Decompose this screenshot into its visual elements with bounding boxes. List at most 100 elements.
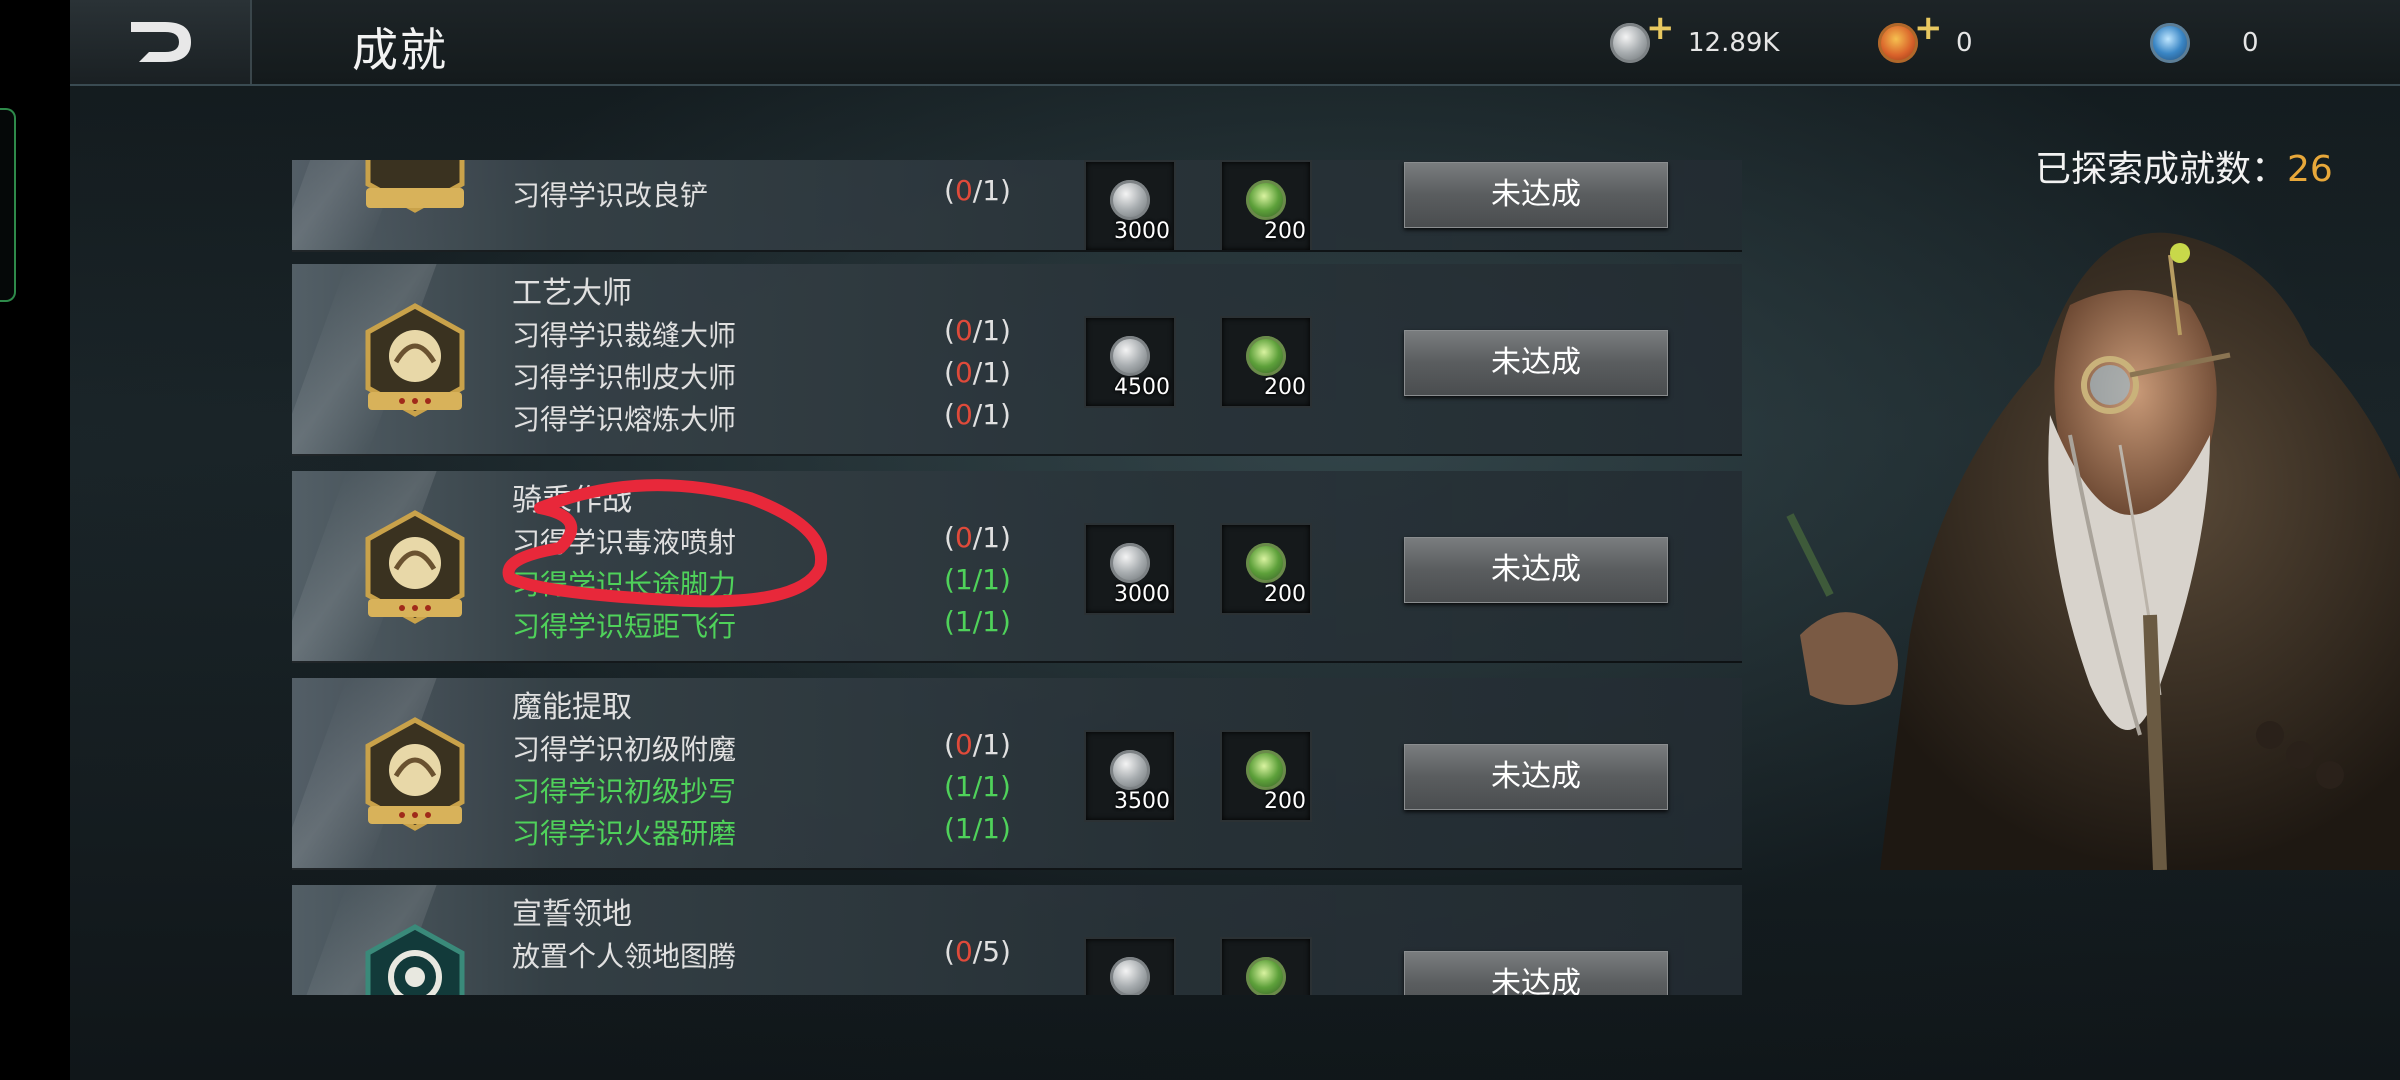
reward-slot-green[interactable] xyxy=(1220,937,1312,995)
requirement-progress: (1/1) xyxy=(944,563,1011,596)
requirement-text: 习得学识制皮大师 xyxy=(512,361,737,394)
requirement-progress: (0/1) xyxy=(944,174,1011,207)
status-button[interactable]: 未达成 xyxy=(1404,744,1668,810)
page-title: 成就 xyxy=(352,23,448,77)
silver-coin-icon xyxy=(1110,336,1150,376)
reward-slot-silver[interactable] xyxy=(1084,937,1176,995)
green-token-icon xyxy=(1246,336,1286,376)
silver-coin-icon xyxy=(1110,750,1150,790)
achievement-title: 宣誓领地 xyxy=(512,897,632,932)
status-button[interactable]: 未达成 xyxy=(1404,162,1668,228)
requirement-progress: (1/1) xyxy=(944,605,1011,638)
achievement-badge-icon xyxy=(365,717,465,831)
green-token-icon xyxy=(1246,957,1286,995)
silver-coin-icon xyxy=(1110,180,1150,220)
progress-current: 0 xyxy=(954,314,973,347)
reward-slot-silver[interactable]: 3000 xyxy=(1084,160,1176,250)
reward-amount: 3000 xyxy=(1114,219,1170,244)
achievement-card: 骑乘作战 习得学识毒液喷射 (0/1) 习得学识长途脚力 (1/1) 习得学识短… xyxy=(292,471,1742,663)
achievement-badge-icon xyxy=(365,160,465,213)
blue-gem-icon xyxy=(2150,23,2190,63)
reward-amount: 200 xyxy=(1264,375,1306,400)
status-button[interactable]: 未达成 xyxy=(1404,537,1668,603)
progress-current: 0 xyxy=(954,521,973,554)
reward-amount: 200 xyxy=(1264,219,1306,244)
progress-current: 0 xyxy=(954,174,973,207)
back-button[interactable] xyxy=(70,0,252,84)
requirement-progress: (0/1) xyxy=(944,521,1011,554)
currency-silver[interactable]: + 12.89K xyxy=(1610,11,1780,68)
reward-slot-silver[interactable]: 4500 xyxy=(1084,316,1176,408)
requirement-text: 习得学识熔炼大师 xyxy=(512,403,737,436)
silver-coin-icon xyxy=(1110,957,1150,995)
silver-coin-icon xyxy=(1110,543,1150,583)
requirement-progress: (0/1) xyxy=(944,728,1011,761)
requirement-progress: (0/5) xyxy=(944,935,1011,968)
currency-blue: 0 xyxy=(2150,18,2259,68)
requirement-text: 放置个人领地图腾 xyxy=(512,940,737,973)
reward-slot-silver[interactable]: 3500 xyxy=(1084,730,1176,822)
requirement-text: 习得学识长途脚力 xyxy=(512,568,737,601)
achievement-card: 宣誓领地 放置个人领地图腾 (0/5) 未达成 xyxy=(292,885,1742,995)
reward-amount: 4500 xyxy=(1114,375,1170,400)
requirement-text: 习得学识改良铲 xyxy=(512,179,709,212)
progress-current: 0 xyxy=(954,356,973,389)
reward-slot-green[interactable]: 200 xyxy=(1220,316,1312,408)
add-orange-icon[interactable]: + xyxy=(1914,11,1943,45)
reward-amount: 200 xyxy=(1264,789,1306,814)
progress-total: /1 xyxy=(972,356,1001,389)
reward-slot-silver[interactable]: 3000 xyxy=(1084,523,1176,615)
territory-badge-icon xyxy=(365,924,465,995)
silver-coin-icon: + xyxy=(1610,11,1675,63)
orange-coin-icon: + xyxy=(1878,11,1943,63)
achievement-title: 魔能提取 xyxy=(512,690,632,725)
reward-slot-green[interactable]: 200 xyxy=(1220,160,1312,250)
currency-orange[interactable]: + 0 xyxy=(1878,11,1973,68)
requirement-text: 习得学识裁缝大师 xyxy=(512,319,737,352)
explored-count-label: 已探索成就数：26 xyxy=(2035,140,2333,192)
achievement-card: 工艺大师 习得学识裁缝大师 (0/1) 习得学识制皮大师 (0/1) 习得学识熔… xyxy=(292,264,1742,456)
reward-slot-green[interactable]: 200 xyxy=(1220,523,1312,615)
status-button[interactable]: 未达成 xyxy=(1404,330,1668,396)
title-divider xyxy=(250,0,252,84)
green-token-icon xyxy=(1246,180,1286,220)
achievement-title: 骑乘作战 xyxy=(512,483,632,518)
green-token-icon xyxy=(1246,543,1286,583)
green-token-icon xyxy=(1246,750,1286,790)
requirement-progress: (0/1) xyxy=(944,314,1011,347)
progress-total: /1 xyxy=(972,174,1001,207)
progress-current: 0 xyxy=(954,728,973,761)
status-button[interactable]: 未达成 xyxy=(1404,951,1668,995)
silver-amount: 12.89K xyxy=(1688,28,1780,58)
explored-count-value: 26 xyxy=(2287,149,2333,190)
requirement-text: 习得学识毒液喷射 xyxy=(512,526,737,559)
back-arrow-icon xyxy=(131,22,191,62)
progress-current: 0 xyxy=(954,398,973,431)
requirement-text: 习得学识火器研磨 xyxy=(512,817,737,850)
achievement-card: 魔能提取 习得学识初级附魔 (0/1) 习得学识初级抄写 (1/1) 习得学识火… xyxy=(292,678,1742,870)
old-sage-npc-portrait xyxy=(1786,232,2400,870)
progress-total: /1 xyxy=(972,398,1001,431)
top-bar: 成就 + 12.89K + 0 0 xyxy=(70,0,2400,86)
achievement-title: 工艺大师 xyxy=(512,276,632,311)
requirement-progress: (1/1) xyxy=(944,770,1011,803)
requirement-progress: (1/1) xyxy=(944,812,1011,845)
requirement-text: 习得学识初级附魔 xyxy=(512,733,737,766)
achievement-card: 习得学识改良铲 (0/1) 3000 200 未达成 xyxy=(292,160,1742,252)
achievement-list[interactable]: 习得学识改良铲 (0/1) 3000 200 未达成 工艺大师 习得学识裁缝大师… xyxy=(292,160,1742,995)
requirement-text: 习得学识短距飞行 xyxy=(512,610,737,643)
reward-amount: 3500 xyxy=(1114,789,1170,814)
blue-amount: 0 xyxy=(2242,28,2259,58)
side-drawer-tab[interactable] xyxy=(0,108,16,302)
progress-total: /1 xyxy=(972,314,1001,347)
orange-amount: 0 xyxy=(1956,28,1973,58)
requirement-progress: (0/1) xyxy=(944,398,1011,431)
progress-total: /1 xyxy=(972,728,1001,761)
reward-amount: 200 xyxy=(1264,582,1306,607)
requirement-text: 习得学识初级抄写 xyxy=(512,775,737,808)
progress-total: /5 xyxy=(972,935,1001,968)
progress-total: /1 xyxy=(972,521,1001,554)
reward-slot-green[interactable]: 200 xyxy=(1220,730,1312,822)
add-silver-icon[interactable]: + xyxy=(1646,11,1675,45)
requirement-progress: (0/1) xyxy=(944,356,1011,389)
